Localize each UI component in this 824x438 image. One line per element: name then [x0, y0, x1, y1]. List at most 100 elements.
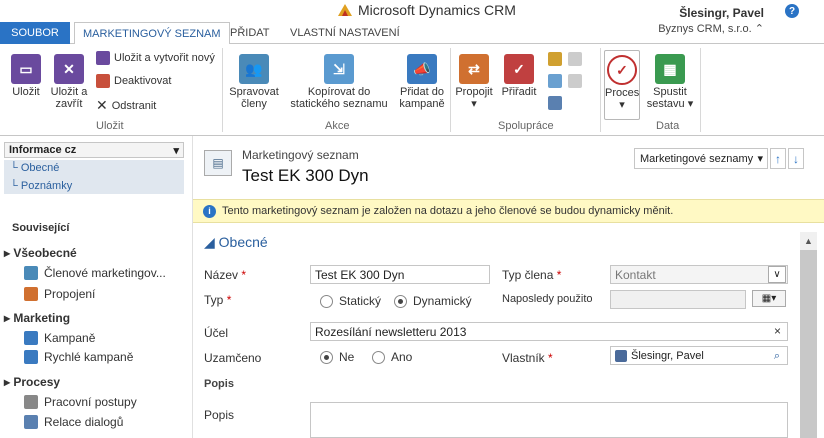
nav-connections[interactable]: Propojení — [24, 287, 95, 301]
app-logo: Microsoft Dynamics CRM — [336, 2, 516, 18]
user-remove-icon[interactable] — [568, 74, 582, 88]
user-info[interactable]: Šlesingr, Pavel Byznys CRM, s.r.o. ⌃ — [658, 6, 764, 35]
nav-section-processes: ▸ Procesy — [4, 375, 61, 389]
tab-file[interactable]: SOUBOR — [0, 22, 70, 44]
description-field[interactable] — [310, 402, 788, 438]
member-type-field[interactable]: Kontakt — [610, 265, 788, 284]
email-icon[interactable] — [548, 74, 562, 88]
delete-button[interactable]: ✕ Odstranit — [96, 97, 156, 114]
member-type-label: Typ člena * — [502, 268, 561, 282]
locked-label: Uzamčeno — [204, 351, 262, 365]
entity-list-icon: ▤ — [204, 150, 232, 176]
radio-dynamic[interactable] — [394, 294, 407, 308]
name-field[interactable]: Test EK 300 Dyn — [310, 265, 490, 284]
purpose-field[interactable]: Rozesílání newsletteru 2013 — [310, 322, 788, 341]
nav-dialogs[interactable]: Relace dialogů — [24, 415, 123, 429]
owner-value[interactable]: Šlesingr, Pavel — [631, 350, 704, 362]
process-button[interactable]: ✓ Proces ▾ — [604, 50, 640, 120]
separator — [222, 48, 223, 132]
arrow-up-icon[interactable]: ↑ — [770, 148, 786, 169]
name-label: Název * — [204, 268, 246, 282]
group-save-label: Uložit — [96, 120, 124, 132]
last-used-field[interactable] — [610, 290, 746, 309]
save-new-button[interactable]: Uložit a vytvořit nový — [96, 51, 215, 65]
info-banner: i Tento marketingový seznam je založen na… — [193, 199, 824, 223]
user-add-icon[interactable] — [568, 52, 582, 66]
group-actions-label: Akce — [325, 120, 350, 132]
info-icon: i — [203, 204, 216, 218]
clear-icon[interactable]: × — [774, 324, 781, 338]
connect-icon: ⇄ — [459, 54, 489, 84]
type-static-option[interactable]: Statický — [320, 294, 381, 308]
caret-down-icon: ▾ — [173, 144, 179, 157]
required-marker: * — [548, 351, 553, 365]
collab-small-icons — [546, 50, 586, 110]
tab-custom[interactable]: VLASTNÍ NASTAVENÍ — [282, 22, 408, 44]
radio-locked-no[interactable] — [320, 350, 333, 364]
add-campaign-label: Přidat do kampaně — [399, 86, 445, 110]
type-dynamic-label: Dynamický — [413, 294, 472, 308]
last-used-label: Naposledy použito — [502, 293, 593, 305]
folder-icon[interactable] — [548, 52, 562, 66]
tab-marketing-list[interactable]: MARKETINGOVÝ SEZNAM — [74, 22, 230, 45]
deactivate-button[interactable]: Deaktivovat — [96, 74, 171, 88]
help-icon[interactable]: ? — [785, 4, 799, 18]
connect-button[interactable]: ⇄ Propojit ▾ — [454, 54, 494, 110]
nav-workflows-label: Pracovní postupy — [44, 395, 137, 409]
org-name: Byznys CRM, s.r.o. — [658, 23, 752, 35]
type-label-text: Typ — [204, 293, 224, 307]
user-name: Šlesingr, Pavel — [679, 6, 764, 20]
name-label-text: Název — [204, 268, 239, 282]
nav-members-label: Členové marketingov... — [44, 266, 166, 280]
scrollbar-thumb[interactable] — [800, 250, 817, 438]
copy-static-button[interactable]: ⇲ Kopírovat do statického seznamu — [282, 54, 396, 110]
calendar-icon[interactable]: ▦▾ — [752, 290, 786, 307]
assign-label: Přiřadit — [501, 86, 537, 98]
save-button[interactable]: ▭ Uložit — [6, 54, 46, 98]
locked-yes-option[interactable]: Ano — [372, 350, 412, 364]
nav-dialogs-label: Relace dialogů — [44, 415, 124, 429]
scroll-up-icon[interactable]: ▲ — [800, 234, 817, 248]
separator — [450, 48, 451, 132]
nav-notes[interactable]: └ Poznámky — [10, 180, 72, 192]
nav-section-general-label: Všeobecné — [13, 246, 77, 260]
nav-campaigns[interactable]: Kampaně — [24, 331, 95, 345]
campaign-icon — [24, 331, 38, 345]
form-selector[interactable]: Informace cz ▾ — [4, 142, 184, 158]
manage-members-button[interactable]: 👥 Spravovat členy — [228, 54, 280, 110]
nav-workflows[interactable]: Pracovní postupy — [24, 395, 137, 409]
nav-quick-campaigns-label: Rychlé kampaně — [44, 350, 134, 364]
nav-section-processes-label: Procesy — [13, 375, 61, 389]
member-type-label-text: Typ člena — [502, 268, 554, 282]
nav-members[interactable]: Členové marketingov... — [24, 266, 166, 280]
section-general-label: Obecné — [218, 234, 268, 250]
radio-locked-yes[interactable] — [372, 350, 385, 364]
save-new-icon — [96, 51, 110, 65]
form-selector-label: Informace cz — [9, 144, 77, 156]
nav-general[interactable]: └ Obecné — [10, 162, 59, 174]
owner-field[interactable]: Šlesingr, Pavel — [610, 346, 788, 365]
locked-no-label: Ne — [339, 350, 355, 364]
share-icon[interactable] — [548, 96, 562, 110]
run-report-button[interactable]: ▦ Spustit sestavu ▾ — [646, 54, 694, 110]
save-close-icon: ✕ — [54, 54, 84, 84]
assign-button[interactable]: ✓ Přiřadit — [498, 54, 540, 98]
chevron-down-icon: ▾ — [471, 98, 477, 110]
arrow-down-icon[interactable]: ↓ — [788, 148, 804, 169]
locked-yes-label: Ano — [391, 350, 413, 364]
megaphone-icon: 📣 — [407, 54, 437, 84]
users-icon: 👥 — [239, 54, 269, 84]
add-campaign-button[interactable]: 📣 Přidat do kampaně — [398, 54, 446, 110]
chevron-down-icon: ▾ — [619, 99, 625, 111]
radio-static[interactable] — [320, 294, 333, 308]
view-selector[interactable]: Marketingové seznamy ▾ — [634, 148, 768, 169]
save-close-button[interactable]: ✕ Uložit a zavřít — [48, 54, 90, 110]
record-title: Test EK 300 Dyn — [242, 166, 369, 185]
tab-add[interactable]: PŘIDAT — [222, 22, 278, 44]
section-general-header[interactable]: ◢ Obecné — [204, 234, 268, 251]
dropdown-chevron-icon[interactable]: ∨ — [768, 266, 786, 283]
nav-quick-campaigns[interactable]: Rychlé kampaně — [24, 350, 133, 364]
type-dynamic-option[interactable]: Dynamický — [394, 294, 472, 308]
lookup-icon[interactable]: ⌕ — [768, 348, 786, 364]
locked-no-option[interactable]: Ne — [320, 350, 354, 364]
